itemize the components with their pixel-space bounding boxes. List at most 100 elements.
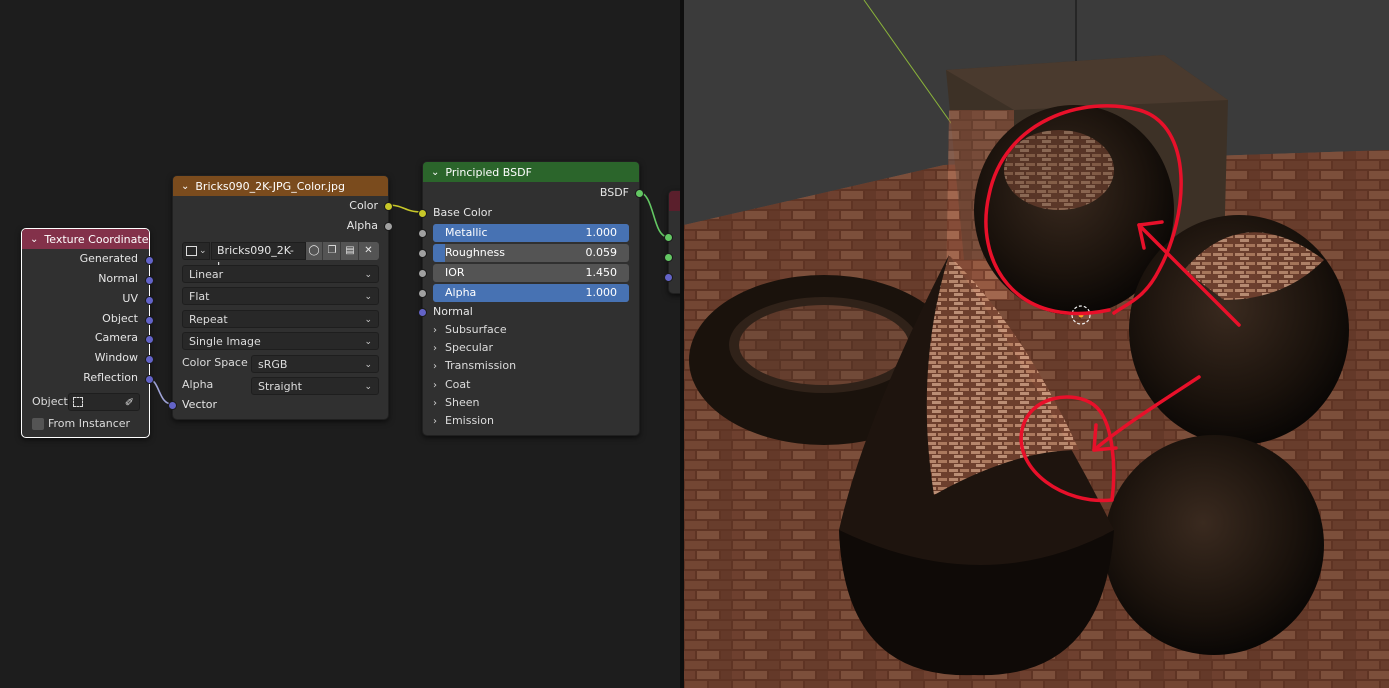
roughness-slider[interactable]: Roughness 0.059 — [433, 244, 629, 262]
slider-value: 0.059 — [585, 246, 618, 259]
panel-specular[interactable]: › Specular — [433, 339, 493, 357]
output-uv: UV — [122, 292, 138, 305]
color-space-label: Color Space — [182, 356, 248, 369]
socket-displacement-input[interactable] — [664, 273, 673, 282]
interpolation-value: Linear — [189, 268, 224, 281]
alpha-mode-value: Straight — [258, 380, 302, 393]
socket-normal[interactable] — [145, 276, 154, 285]
texture-coordinate-header[interactable]: ⌄ Texture Coordinate — [22, 229, 149, 249]
chevron-right-icon: › — [433, 325, 437, 336]
eyedropper-icon[interactable]: ✐ — [125, 394, 134, 412]
object-icon — [73, 397, 83, 407]
object-label: Object: — [32, 395, 72, 408]
socket-metallic[interactable] — [418, 229, 427, 238]
chevron-right-icon: › — [433, 361, 437, 372]
color-space-value: sRGB — [258, 358, 288, 371]
image-name-field[interactable]: Bricks090_2K-J... — [211, 242, 306, 273]
slider-label: IOR — [445, 266, 465, 279]
panel-label: Sheen — [445, 396, 480, 409]
socket-bsdf[interactable] — [635, 189, 644, 198]
input-normal: Normal — [433, 305, 473, 318]
material-output-node-partial[interactable] — [664, 190, 680, 294]
color-space-dropdown[interactable]: sRGB ⌄ — [251, 355, 379, 373]
socket-ior[interactable] — [418, 269, 427, 278]
chevron-down-icon: ⌄ — [364, 382, 372, 392]
output-color: Color — [349, 199, 378, 212]
image-texture-node[interactable]: ⌄ Bricks090_2K-JPG_Color.jpg Color Alpha… — [168, 175, 393, 420]
chevron-right-icon: › — [433, 398, 437, 409]
link-bsdf-surface — [637, 191, 669, 238]
input-vector: Vector — [182, 398, 218, 411]
socket-camera[interactable] — [145, 335, 154, 344]
image-selector[interactable]: ⌄ Bricks090_2K-J... ◯ ❐ ▤ ✕ — [182, 242, 379, 273]
alpha-slider[interactable]: Alpha 1.000 — [433, 284, 629, 302]
socket-alpha[interactable] — [384, 222, 393, 231]
socket-uv[interactable] — [145, 296, 154, 305]
socket-color[interactable] — [384, 202, 393, 211]
close-icon[interactable]: ✕ — [360, 242, 377, 260]
material-output-header[interactable] — [669, 191, 680, 211]
principled-bsdf-header[interactable]: ⌄ Principled BSDF — [423, 162, 639, 182]
metallic-slider[interactable]: Metallic 1.000 — [433, 224, 629, 242]
image-icon — [186, 246, 197, 256]
alpha-mode-label: Alpha — [182, 378, 214, 391]
panel-subsurface[interactable]: › Subsurface — [433, 321, 507, 339]
chevron-down-icon: ⌄ — [364, 292, 372, 302]
output-normal: Normal — [98, 272, 138, 285]
chevron-right-icon: › — [433, 416, 437, 427]
chevron-down-icon: ⌄ — [364, 315, 372, 325]
extension-dropdown[interactable]: Repeat ⌄ — [182, 310, 379, 328]
texture-coordinate-node[interactable]: ⌄ Texture Coordinate Generated Normal UV… — [21, 228, 154, 438]
slider-value: 1.000 — [585, 286, 618, 299]
slider-value: 1.000 — [585, 226, 618, 239]
image-browse-button[interactable]: ⌄ — [182, 242, 210, 260]
output-alpha: Alpha — [346, 219, 378, 232]
output-camera: Camera — [94, 331, 138, 344]
socket-object[interactable] — [145, 316, 154, 325]
slider-label: Alpha — [445, 286, 477, 299]
socket-volume-input[interactable] — [664, 253, 673, 262]
open-folder-icon[interactable]: ▤ — [342, 242, 359, 260]
chevron-down-icon[interactable]: ⌄ — [181, 181, 189, 192]
chevron-down-icon[interactable]: ⌄ — [431, 167, 439, 178]
source-dropdown[interactable]: Single Image ⌄ — [182, 332, 379, 350]
socket-reflection[interactable] — [145, 375, 154, 384]
object-picker[interactable]: ✐ — [68, 393, 140, 411]
principled-bsdf-node[interactable]: ⌄ Principled BSDF BSDF Base Color Metall… — [418, 161, 644, 436]
source-value: Single Image — [189, 335, 261, 348]
chevron-down-icon[interactable]: ⌄ — [30, 234, 38, 245]
socket-window[interactable] — [145, 355, 154, 364]
chevron-down-icon: ⌄ — [199, 246, 207, 256]
socket-base-color[interactable] — [418, 209, 427, 218]
duplicate-icon[interactable]: ❐ — [324, 242, 341, 260]
node-title: Bricks090_2K-JPG_Color.jpg — [195, 179, 345, 193]
node-title: Texture Coordinate — [44, 232, 149, 246]
chevron-down-icon: ⌄ — [364, 360, 372, 370]
projection-dropdown[interactable]: Flat ⌄ — [182, 287, 379, 305]
chevron-right-icon: › — [433, 343, 437, 354]
extension-value: Repeat — [189, 313, 228, 326]
slider-fill — [433, 244, 445, 262]
panel-label: Emission — [445, 414, 494, 427]
socket-roughness[interactable] — [418, 249, 427, 258]
alpha-mode-dropdown[interactable]: Straight ⌄ — [251, 377, 379, 395]
output-bsdf: BSDF — [599, 186, 629, 199]
interpolation-dropdown[interactable]: Linear ⌄ — [182, 265, 379, 283]
socket-vector-input[interactable] — [168, 401, 177, 410]
socket-alpha-input[interactable] — [418, 289, 427, 298]
socket-generated[interactable] — [145, 256, 154, 265]
3d-viewport[interactable] — [684, 0, 1389, 688]
socket-surface-input[interactable] — [664, 233, 673, 242]
panel-coat[interactable]: › Coat — [433, 376, 470, 394]
ior-slider[interactable]: IOR 1.450 — [433, 264, 629, 282]
node-editor[interactable]: ⌄ Texture Coordinate Generated Normal UV… — [0, 0, 680, 688]
socket-normal-input[interactable] — [418, 308, 427, 317]
panel-transmission[interactable]: › Transmission — [433, 357, 516, 375]
panel-label: Transmission — [445, 359, 517, 372]
panel-emission[interactable]: › Emission — [433, 412, 494, 430]
fake-user-shield-icon[interactable]: ◯ — [306, 242, 323, 260]
from-instancer-checkbox[interactable] — [32, 418, 44, 430]
panel-sheen[interactable]: › Sheen — [433, 394, 479, 412]
output-object: Object — [102, 312, 138, 325]
image-texture-header[interactable]: ⌄ Bricks090_2K-JPG_Color.jpg — [173, 176, 388, 196]
